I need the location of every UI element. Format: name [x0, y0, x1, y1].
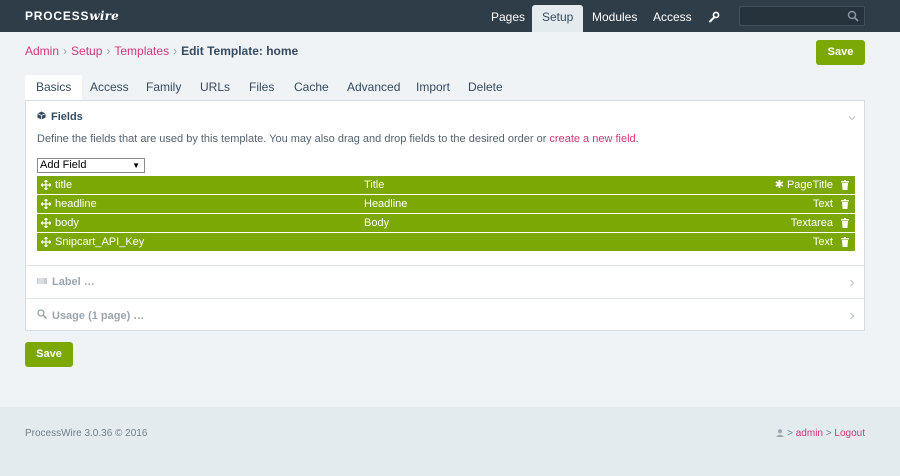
- processwire-logo[interactable]: PROCESSwire: [25, 9, 119, 23]
- logout-link[interactable]: Logout: [834, 428, 865, 439]
- nav-modules[interactable]: Modules: [582, 5, 647, 32]
- breadcrumb-admin[interactable]: Admin: [25, 44, 59, 58]
- field-type: Text: [812, 236, 833, 248]
- label-icon: [37, 278, 47, 284]
- field-type: Text: [812, 198, 833, 210]
- save-button-bottom[interactable]: Save: [25, 342, 73, 367]
- search-input[interactable]: [739, 6, 865, 26]
- field-row-snipcart-api-key[interactable]: Snipcart_API_Key Text: [37, 233, 855, 251]
- field-type: Textarea: [790, 217, 833, 229]
- footer: ProcessWire 3.0.36 © 2016 > admin > Logo…: [0, 407, 900, 476]
- breadcrumb-chevron-icon: ›: [173, 44, 178, 58]
- create-new-field-link[interactable]: create a new field: [549, 133, 635, 145]
- trash-icon[interactable]: [841, 199, 849, 209]
- wrench-icon[interactable]: [708, 11, 720, 23]
- field-label: Title: [364, 179, 385, 191]
- field-type: ✱ PageTitle: [775, 176, 833, 194]
- move-icon[interactable]: [41, 199, 51, 209]
- tab-advanced[interactable]: Advanced: [336, 75, 411, 100]
- cube-icon: [37, 111, 46, 120]
- breadcrumb-templates[interactable]: Templates: [114, 44, 169, 58]
- tab-basics[interactable]: Basics: [25, 75, 83, 100]
- user-links: > admin > Logout: [776, 428, 865, 439]
- masthead: PROCESSwire Pages Setup Modules Access: [0, 0, 900, 32]
- search-icon: [37, 309, 47, 319]
- admin-user-link[interactable]: admin: [796, 428, 823, 439]
- trash-icon[interactable]: [841, 218, 849, 228]
- trash-icon[interactable]: [841, 180, 849, 190]
- chevron-right-icon: [850, 279, 855, 287]
- field-name: body: [55, 217, 79, 229]
- fields-section-header[interactable]: Fields: [37, 111, 83, 123]
- field-name: Snipcart_API_Key: [55, 236, 145, 248]
- nav-access[interactable]: Access: [643, 5, 702, 32]
- trash-icon[interactable]: [841, 237, 849, 247]
- field-name: title: [55, 179, 73, 191]
- field-row-body[interactable]: body Body Textarea: [37, 214, 855, 232]
- field-name: headline: [55, 198, 97, 210]
- dropdown-arrow-icon: ▼: [132, 161, 140, 170]
- tab-family[interactable]: Family: [135, 75, 192, 100]
- copyright: ProcessWire 3.0.36 © 2016: [25, 428, 148, 439]
- page-title: Edit Template: home: [181, 44, 299, 58]
- nav-pages[interactable]: Pages: [481, 5, 535, 32]
- chevron-down-icon[interactable]: [848, 114, 856, 122]
- breadcrumb-chevron-icon: ›: [106, 44, 111, 58]
- tab-import[interactable]: Import: [405, 75, 461, 100]
- field-row-headline[interactable]: headline Headline Text: [37, 195, 855, 213]
- move-icon[interactable]: [41, 218, 51, 228]
- field-label: Headline: [364, 198, 408, 210]
- nav-setup[interactable]: Setup: [532, 5, 584, 32]
- move-icon[interactable]: [41, 180, 51, 190]
- breadcrumb-setup[interactable]: Setup: [71, 44, 102, 58]
- template-panel: Fields Define the fields that are used b…: [25, 100, 865, 331]
- usage-section-header[interactable]: Usage (1 page) …: [26, 298, 864, 331]
- add-field-select[interactable]: Add Field ▼: [37, 158, 145, 173]
- search-icon: [847, 10, 859, 22]
- field-label: Body: [364, 217, 390, 229]
- field-row-title[interactable]: title Title ✱ PageTitle: [37, 176, 855, 194]
- tab-delete[interactable]: Delete: [457, 75, 514, 100]
- tab-cache[interactable]: Cache: [283, 75, 340, 100]
- gear-icon: ✱: [774, 179, 784, 191]
- tab-files[interactable]: Files: [238, 75, 285, 100]
- chevron-right-icon: [850, 312, 855, 320]
- label-section-header[interactable]: Label …: [26, 265, 864, 298]
- move-icon[interactable]: [41, 237, 51, 247]
- tab-access[interactable]: Access: [79, 75, 140, 100]
- tab-urls[interactable]: URLs: [189, 75, 241, 100]
- save-button-top[interactable]: Save: [816, 40, 865, 65]
- user-icon: [776, 429, 785, 437]
- breadcrumb: Admin › Setup › Templates › Edit Template: hom…: [25, 44, 298, 58]
- fields-description: Define the fields that are used by this …: [37, 133, 639, 145]
- breadcrumb-chevron-icon: ›: [63, 44, 68, 58]
